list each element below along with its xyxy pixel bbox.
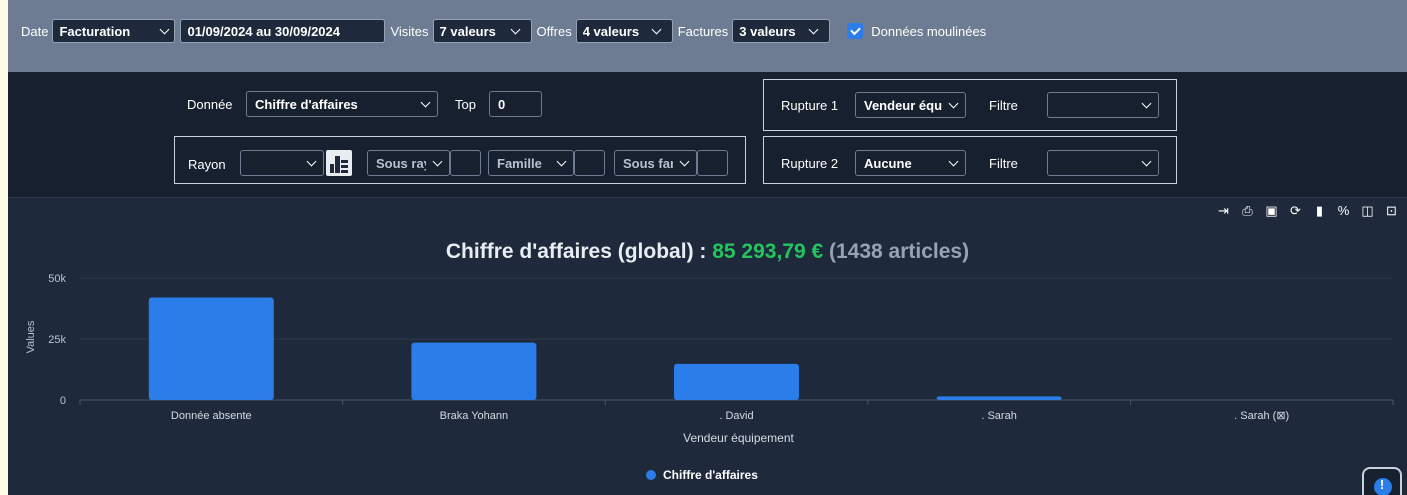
help-button[interactable]: ! bbox=[1362, 467, 1402, 495]
donnee-select[interactable]: Chiffre d'affaires bbox=[246, 91, 438, 117]
top-input[interactable]: 0 bbox=[489, 91, 542, 117]
moulinees-label: Données moulinées bbox=[871, 23, 987, 39]
sous-famille-value: Sous famille bbox=[623, 155, 673, 171]
bar bbox=[148, 297, 274, 400]
rupture1-value: Vendeur équipement bbox=[864, 97, 942, 113]
x-axis-label: Vendeur équipement bbox=[683, 431, 794, 445]
chevron-down-icon bbox=[510, 24, 520, 34]
rupture1-label: Rupture 1 bbox=[781, 98, 839, 113]
chevron-down-icon bbox=[679, 156, 690, 166]
chevron-down-icon bbox=[948, 156, 959, 166]
famille-value: Famille bbox=[497, 155, 542, 171]
visites-select[interactable]: 7 valeurs bbox=[432, 19, 532, 43]
hierarchy-icon[interactable] bbox=[326, 150, 352, 176]
visites-value: 7 valeurs bbox=[439, 23, 496, 39]
offres-value: 4 valeurs bbox=[582, 23, 640, 39]
famille-input[interactable] bbox=[574, 150, 605, 176]
visites-label: Visites bbox=[390, 23, 429, 39]
chevron-down-icon bbox=[651, 24, 662, 34]
chevron-down-icon bbox=[808, 24, 819, 34]
x-tick-label: . Sarah bbox=[981, 410, 1016, 422]
rayon-select[interactable] bbox=[240, 150, 324, 176]
factures-value: 3 valeurs bbox=[739, 23, 796, 39]
offres-select[interactable]: 4 valeurs bbox=[575, 19, 673, 43]
x-tick-label: Braka Yohann bbox=[440, 410, 509, 422]
help-icon: ! bbox=[1379, 477, 1385, 492]
chevron-down-icon bbox=[948, 98, 959, 108]
donnee-label: Donnée bbox=[187, 97, 233, 112]
y-tick-label: 0 bbox=[60, 395, 66, 407]
x-tick-label: . Sarah (⊠) bbox=[1234, 410, 1289, 422]
date-range-field[interactable]: 01/09/2024 au 30/09/2024 bbox=[180, 19, 386, 43]
date-type-value: Facturation bbox=[59, 23, 131, 39]
chevron-down-icon bbox=[432, 156, 443, 166]
donnee-value: Chiffre d'affaires bbox=[255, 96, 358, 112]
top-label: Top bbox=[455, 97, 476, 112]
filtre2-select[interactable] bbox=[1047, 150, 1159, 176]
factures-label: Factures bbox=[677, 23, 729, 39]
rupture2-select[interactable]: Aucune bbox=[855, 150, 966, 176]
bar bbox=[936, 396, 1062, 400]
filtre2-label: Filtre bbox=[989, 156, 1018, 171]
chevron-down-icon bbox=[160, 24, 170, 34]
x-tick-label: . David bbox=[719, 410, 753, 422]
rupture2-label: Rupture 2 bbox=[781, 156, 839, 171]
chevron-down-icon bbox=[1141, 98, 1152, 108]
app-frame: Date Facturation 01/09/2024 au 30/09/202… bbox=[8, 0, 1407, 495]
sous-famille-input[interactable] bbox=[697, 150, 728, 176]
y-tick-label: 25k bbox=[48, 334, 66, 346]
top-value: 0 bbox=[498, 96, 506, 112]
rayon-label: Rayon bbox=[188, 157, 226, 172]
date-label: Date bbox=[21, 23, 49, 39]
sous-rayon-input[interactable] bbox=[450, 150, 481, 176]
offres-label: Offres bbox=[536, 23, 572, 39]
rupture1-select[interactable]: Vendeur équipement bbox=[855, 92, 966, 118]
chevron-down-icon bbox=[306, 156, 317, 166]
filtre1-label: Filtre bbox=[989, 98, 1018, 113]
bar bbox=[411, 342, 537, 400]
chevron-down-icon bbox=[420, 97, 431, 107]
legend-marker bbox=[646, 470, 656, 480]
chart-area: ⇥ ⎙ ▣ ⟳ ▮ % ◫ ⊡ Chiffre d'affaires (glob… bbox=[8, 199, 1407, 495]
date-range-value: 01/09/2024 au 30/09/2024 bbox=[187, 23, 340, 39]
bar-chart: 0 25k 50k Values Donnée absente Braka Yohann.… bbox=[25, 273, 1394, 482]
chevron-down-icon bbox=[556, 156, 567, 166]
famille-select[interactable]: Famille bbox=[488, 150, 574, 176]
moulinees-checkbox[interactable] bbox=[847, 23, 864, 39]
top-filter-bar: Date Facturation 01/09/2024 au 30/09/202… bbox=[8, 0, 1407, 72]
filtre1-select[interactable] bbox=[1047, 92, 1159, 118]
sous-rayon-value: Sous rayon bbox=[376, 155, 426, 171]
sous-rayon-select[interactable]: Sous rayon bbox=[367, 150, 450, 176]
date-type-select[interactable]: Facturation bbox=[52, 19, 176, 43]
legend-label: Chiffre d'affaires bbox=[663, 468, 758, 482]
y-tick-label: 50k bbox=[48, 273, 66, 285]
chevron-down-icon bbox=[1141, 156, 1152, 166]
factures-select[interactable]: 3 valeurs bbox=[732, 19, 831, 43]
filters-panel: Donnée Chiffre d'affaires Top 0 Rayon So… bbox=[8, 72, 1407, 198]
y-axis-label: Values bbox=[25, 320, 37, 353]
sous-famille-select[interactable]: Sous famille bbox=[614, 150, 697, 176]
rupture2-value: Aucune bbox=[864, 155, 912, 171]
x-tick-label: Donnée absente bbox=[171, 410, 252, 422]
bar bbox=[674, 363, 799, 400]
